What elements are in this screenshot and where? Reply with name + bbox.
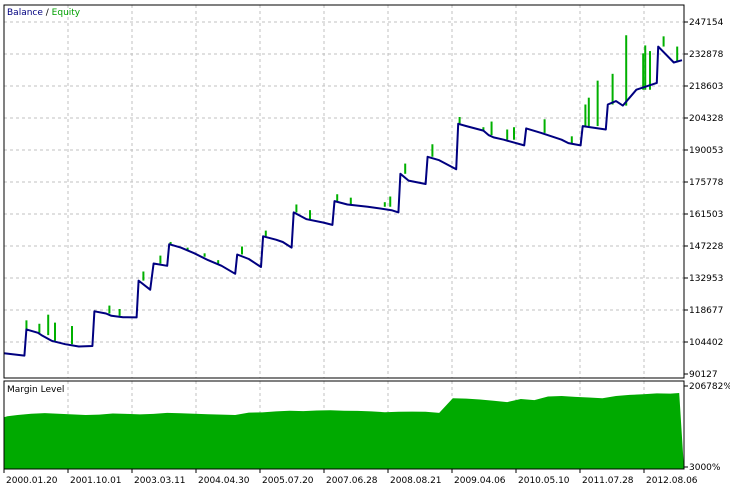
y-tick-label: 204328	[689, 114, 724, 124]
x-tick-label: 2011.07.28	[582, 476, 634, 486]
y-tick-label: 190053	[689, 146, 723, 156]
y-tick-label: 161503	[689, 210, 723, 220]
legend-equity: Equity	[52, 8, 81, 18]
y-tick-label: 132953	[689, 274, 723, 284]
legend-balance: Balance	[7, 8, 43, 18]
x-tick-label: 2009.04.06	[454, 476, 506, 486]
x-tick-label: 2003.03.11	[134, 476, 186, 486]
x-tick-label: 2010.05.10	[518, 476, 570, 486]
y-tick-label: 104402	[689, 338, 723, 348]
x-tick-label: 2005.07.20	[262, 476, 314, 486]
y-tick-label: 90127	[689, 370, 718, 380]
x-tick-label: 2004.04.30	[198, 476, 250, 486]
x-tick-label: 2008.08.21	[390, 476, 442, 486]
y-tick-label: 232878	[689, 50, 724, 60]
strategy-report-chart: 247154 232878 218603 204328 190053 175778 1615…	[0, 0, 730, 489]
chart-legend: Balance / Equity	[7, 8, 81, 18]
y-tick-label: 218603	[689, 82, 723, 92]
x-tick-label: 2001.10.01	[70, 476, 122, 486]
y-tick-label: 118677	[689, 306, 723, 316]
x-tick-label: 2000.01.20	[6, 476, 58, 486]
x-tick-label: 2007.06.28	[326, 476, 378, 486]
x-tick-label: 2012.08.06	[646, 476, 698, 486]
margin-y-tick-label: 206782%	[689, 382, 730, 392]
margin-y-tick-label: 3000%	[689, 463, 721, 473]
y-tick-label: 175778	[689, 178, 724, 188]
legend-separator: /	[43, 8, 52, 18]
y-tick-label: 147228	[689, 242, 724, 252]
y-tick-label: 247154	[689, 18, 724, 28]
margin-level-title: Margin Level	[7, 385, 64, 395]
